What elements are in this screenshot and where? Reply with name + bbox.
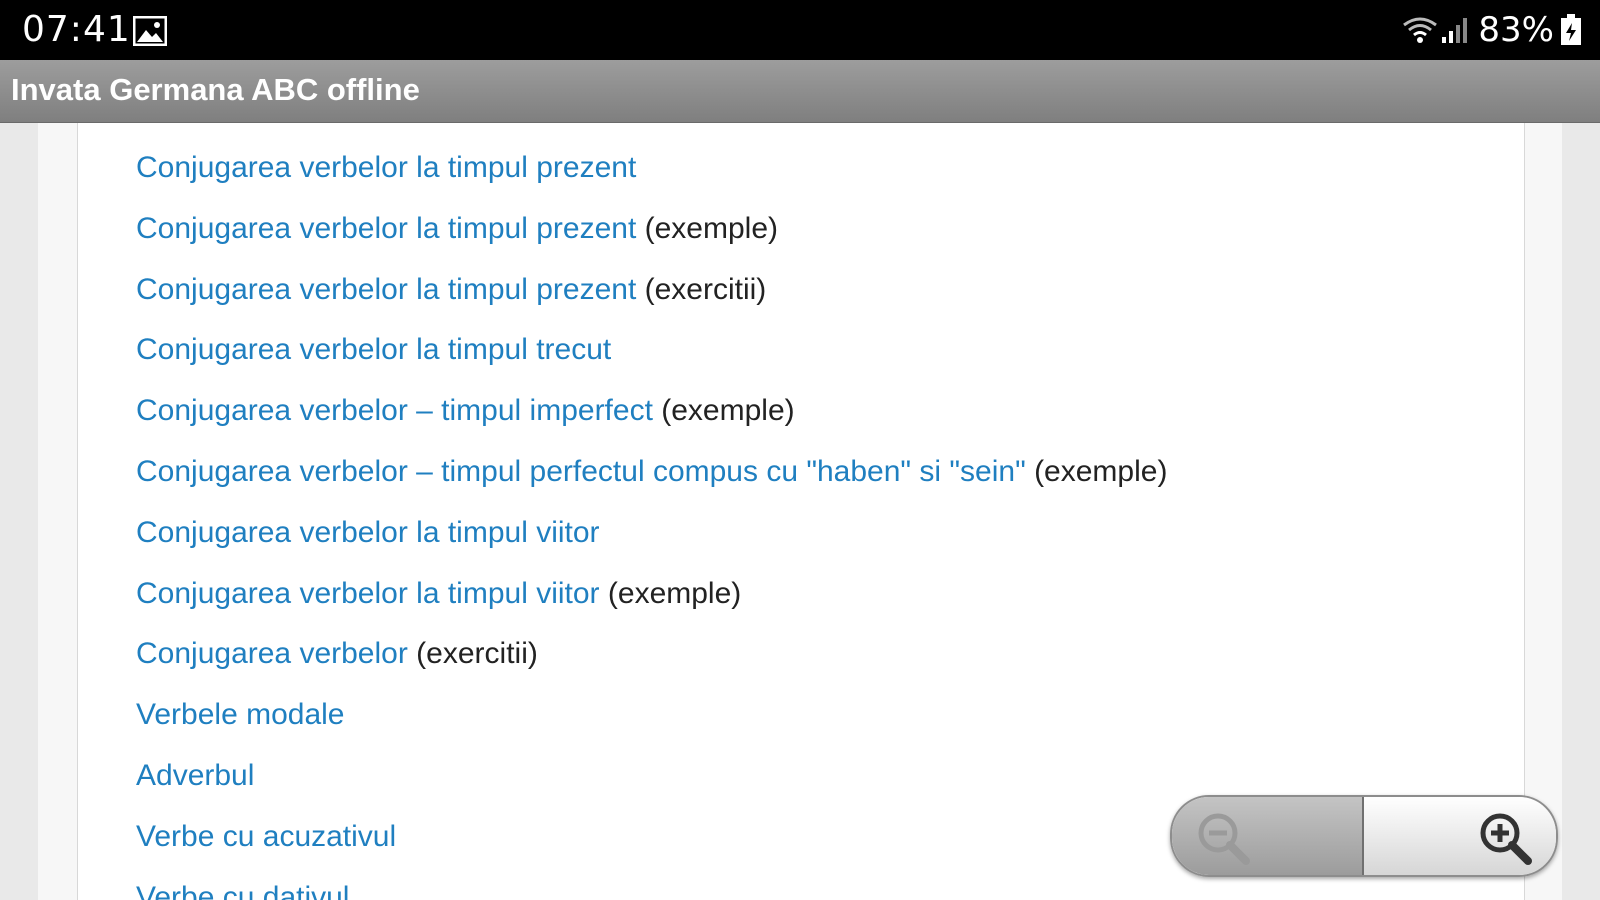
battery-percent: 83% (1478, 10, 1554, 50)
list-item: Conjugarea verbelor la timpul viitor (ex… (136, 569, 1167, 630)
list-item: Verbe cu dativul (136, 873, 1167, 900)
lesson-link[interactable]: Conjugarea verbelor – timpul imperfect (136, 394, 653, 427)
lesson-link[interactable]: Conjugarea verbelor – timpul perfectul c… (136, 455, 1026, 488)
lesson-link[interactable]: Conjugarea verbelor la timpul prezent (136, 212, 636, 245)
zoom-control (1170, 795, 1558, 877)
list-item: Conjugarea verbelor (exercitii) (136, 629, 1167, 690)
list-item: Conjugarea verbelor la timpul prezent (e… (136, 265, 1167, 326)
list-item: Verbele modale (136, 690, 1167, 751)
battery-icon (1560, 14, 1582, 46)
lesson-suffix: (exemple) (599, 576, 742, 610)
status-time: 07:41 (22, 9, 131, 50)
status-indicators: 83% (1402, 8, 1582, 52)
signal-icon (1440, 15, 1470, 45)
lesson-suffix: (exercitii) (407, 637, 538, 671)
list-item: Adverbul (136, 751, 1167, 812)
lesson-link[interactable]: Adverbul (136, 759, 254, 792)
list-item: Verbe cu acuzativul (136, 812, 1167, 873)
status-bar: 07:41 83% (0, 0, 1600, 60)
lesson-suffix: (exemple) (636, 211, 778, 245)
lesson-suffix: (exemple) (1025, 454, 1168, 488)
app-bar: Invata Germana ABC offline (0, 60, 1600, 123)
lesson-link[interactable]: Conjugarea verbelor la timpul prezent (136, 151, 636, 184)
image-icon (132, 15, 168, 47)
list-item: Conjugarea verbelor la timpul prezent (136, 143, 1167, 204)
list-item: Conjugarea verbelor – timpul perfectul c… (136, 447, 1167, 508)
list-item: Conjugarea verbelor la timpul trecut (136, 325, 1167, 386)
lesson-link[interactable]: Verbe cu acuzativul (136, 820, 396, 853)
zoom-in-button[interactable] (1364, 797, 1556, 875)
lesson-suffix: (exemple) (652, 394, 795, 428)
lesson-suffix: (exercitii) (636, 272, 767, 306)
zoom-out-button[interactable] (1172, 797, 1364, 875)
lesson-list: Conjugarea verbelor la timpul prezent Co… (136, 143, 1167, 900)
content-panel[interactable]: Conjugarea verbelor la timpul prezent Co… (77, 123, 1525, 900)
app-title: Invata Germana ABC offline (11, 72, 420, 107)
list-item: Conjugarea verbelor la timpul prezent (e… (136, 204, 1167, 265)
lesson-link[interactable]: Conjugarea verbelor la timpul viitor (136, 516, 600, 549)
lesson-link[interactable]: Verbele modale (136, 698, 344, 731)
lesson-link[interactable]: Conjugarea verbelor la timpul prezent (136, 273, 636, 306)
lesson-link[interactable]: Conjugarea verbelor (136, 637, 408, 670)
list-item: Conjugarea verbelor la timpul viitor (136, 508, 1167, 569)
lesson-link[interactable]: Verbe cu dativul (136, 881, 349, 900)
wifi-icon (1402, 15, 1438, 45)
list-item: Conjugarea verbelor – timpul imperfect (… (136, 386, 1167, 447)
lesson-link[interactable]: Conjugarea verbelor la timpul viitor (136, 577, 600, 610)
lesson-link[interactable]: Conjugarea verbelor la timpul trecut (136, 333, 611, 366)
